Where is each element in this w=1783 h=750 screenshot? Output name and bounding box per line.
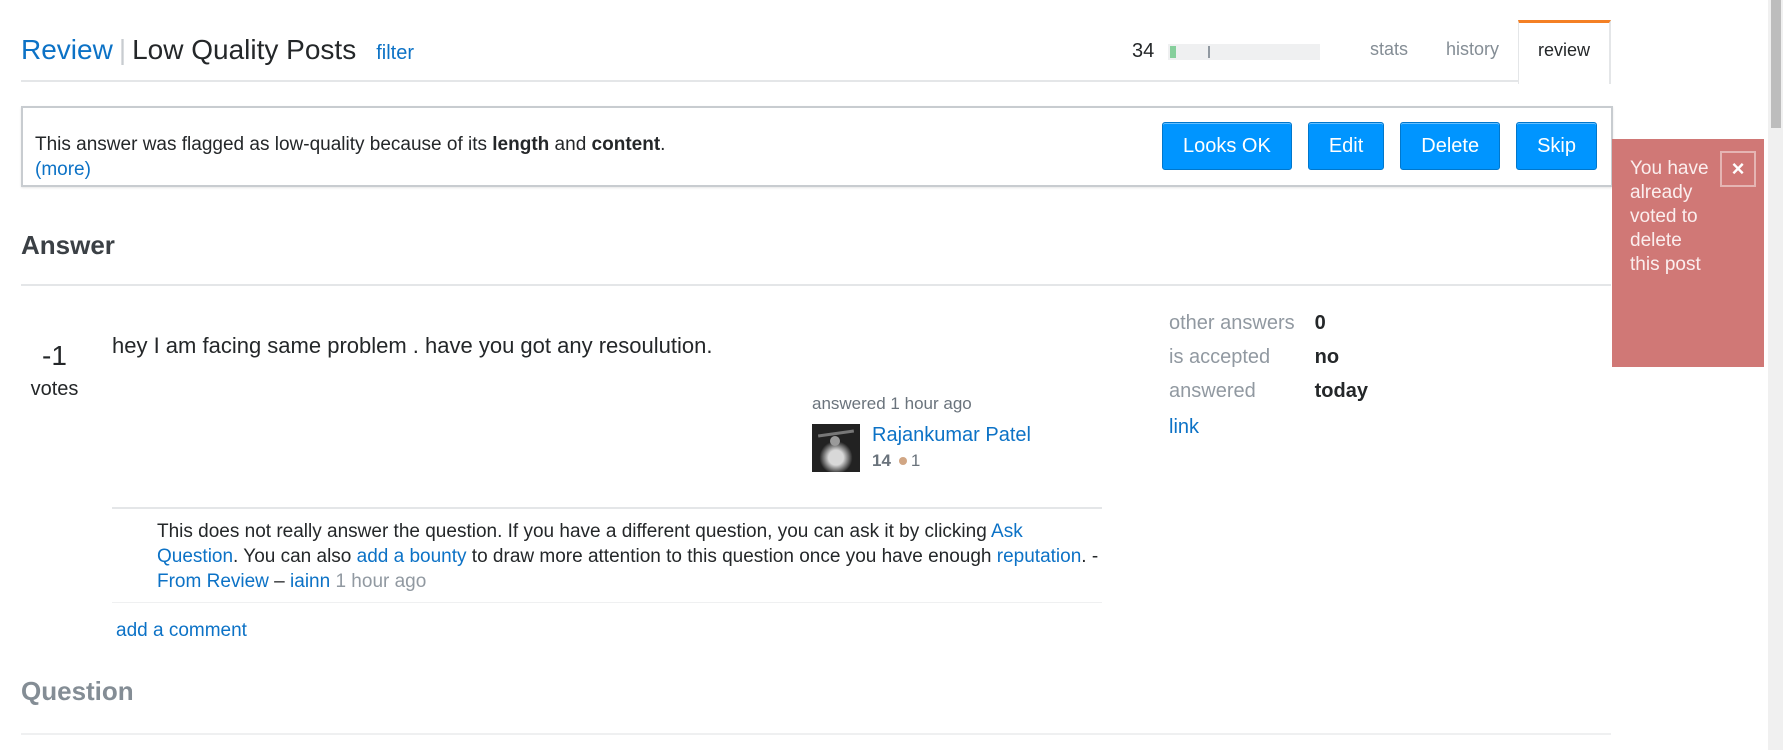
comment-time: 1 hour ago: [330, 571, 427, 592]
flag-prefix: This answer was flagged as low-quality b…: [35, 134, 493, 155]
skip-button[interactable]: Skip: [1516, 122, 1597, 170]
vote-cell: -1 votes: [21, 340, 88, 401]
user-info: Rajankumar Patel 14 1: [812, 424, 1112, 472]
flag-reason-text: This answer was flagged as low-quality b…: [35, 132, 665, 182]
stats-value: today: [1314, 379, 1368, 402]
stats-key: is accepted: [1169, 345, 1271, 368]
user-name-link[interactable]: Rajankumar Patel: [872, 424, 1031, 447]
comment-text: This does not really answer the question…: [157, 521, 992, 542]
flag-notice-box: This answer was flagged as low-quality b…: [21, 106, 1613, 187]
comments-list: This does not really answer the question…: [112, 507, 1102, 603]
post-stats-table: other answers 0 is accepted no answered …: [1169, 306, 1368, 408]
comment-text: . -: [1081, 546, 1099, 567]
progress-marker: [1208, 45, 1211, 58]
flag-reason-content: content: [591, 134, 661, 155]
queue-title: Low Quality Posts: [132, 34, 357, 65]
stats-row: is accepted no: [1169, 340, 1368, 374]
post-stats: other answers 0 is accepted no answered …: [1169, 306, 1368, 439]
review-progress: 34: [1132, 40, 1321, 63]
stats-value: no: [1314, 345, 1340, 368]
add-comment-link[interactable]: add a comment: [116, 620, 247, 642]
more-link[interactable]: (more): [35, 159, 91, 180]
flag-reason-length: length: [492, 134, 550, 155]
tab-history[interactable]: history: [1427, 20, 1518, 82]
review-actions: Looks OK Edit Delete Skip: [1146, 122, 1597, 170]
review-home-link[interactable]: Review: [21, 34, 113, 65]
vote-count: -1: [42, 340, 67, 371]
answer-divider: [21, 284, 1611, 286]
progress-bar: [1168, 43, 1321, 60]
review-page: Review | Low Quality Posts filter 34 stats …: [21, 0, 1613, 735]
comment-author-link[interactable]: iainn: [290, 571, 330, 592]
question-heading: Question: [21, 676, 134, 706]
notification-text: You have already voted to delete this po…: [1630, 158, 1709, 275]
comment-dash: –: [268, 571, 291, 592]
already-voted-notification: You have already voted to delete this po…: [1612, 139, 1764, 367]
user-action-time: answered 1 hour ago: [812, 394, 972, 413]
review-tabs: stats history review: [1351, 20, 1611, 84]
reputation-link[interactable]: reputation: [997, 546, 1082, 567]
page-scrollbar[interactable]: [1768, 0, 1783, 750]
question-divider: [21, 733, 1611, 735]
stats-key: answered: [1169, 379, 1256, 402]
user-card: answered 1 hour ago Rajankumar Patel 14 1: [812, 394, 1112, 472]
avatar[interactable]: [812, 424, 860, 472]
answer-body: hey I am facing same problem . have you …: [112, 333, 713, 358]
tab-review[interactable]: review: [1517, 20, 1611, 84]
tab-stats[interactable]: stats: [1351, 20, 1427, 82]
stats-row: answered today: [1169, 374, 1368, 408]
stats-key: other answers: [1169, 311, 1295, 334]
filter-link[interactable]: filter: [376, 42, 414, 64]
answer-heading: Answer: [21, 230, 115, 260]
comment-text: . You can also: [233, 546, 357, 567]
progress-fill: [1170, 45, 1177, 58]
page-title: Review | Low Quality Posts filter: [21, 34, 414, 66]
flag-suffix: .: [660, 134, 666, 155]
review-count: 34: [1132, 40, 1155, 62]
scrollbar-thumb[interactable]: [1771, 0, 1781, 128]
user-reputation: 14: [872, 451, 891, 470]
comment-text: to draw more attention to this question …: [466, 546, 997, 567]
vote-label: votes: [30, 378, 79, 400]
edit-button[interactable]: Edit: [1307, 122, 1385, 170]
add-bounty-link[interactable]: add a bounty: [357, 546, 467, 567]
post-link[interactable]: link: [1169, 416, 1368, 439]
title-separator: |: [118, 34, 127, 65]
looks-ok-button[interactable]: Looks OK: [1161, 122, 1292, 170]
bronze-badge-count: 1: [910, 451, 921, 470]
bronze-badge-icon: [898, 456, 907, 465]
stats-value: 0: [1314, 311, 1326, 334]
flag-middle: and: [549, 134, 592, 155]
delete-button[interactable]: Delete: [1400, 122, 1501, 170]
from-review-link[interactable]: From Review: [157, 571, 269, 592]
comment: This does not really answer the question…: [112, 509, 1102, 603]
stats-row: other answers 0: [1169, 306, 1368, 340]
close-icon[interactable]: ×: [1720, 151, 1756, 187]
review-header: Review | Low Quality Posts filter 34 stats …: [21, 0, 1611, 84]
user-details: Rajankumar Patel 14 1: [872, 424, 1031, 472]
